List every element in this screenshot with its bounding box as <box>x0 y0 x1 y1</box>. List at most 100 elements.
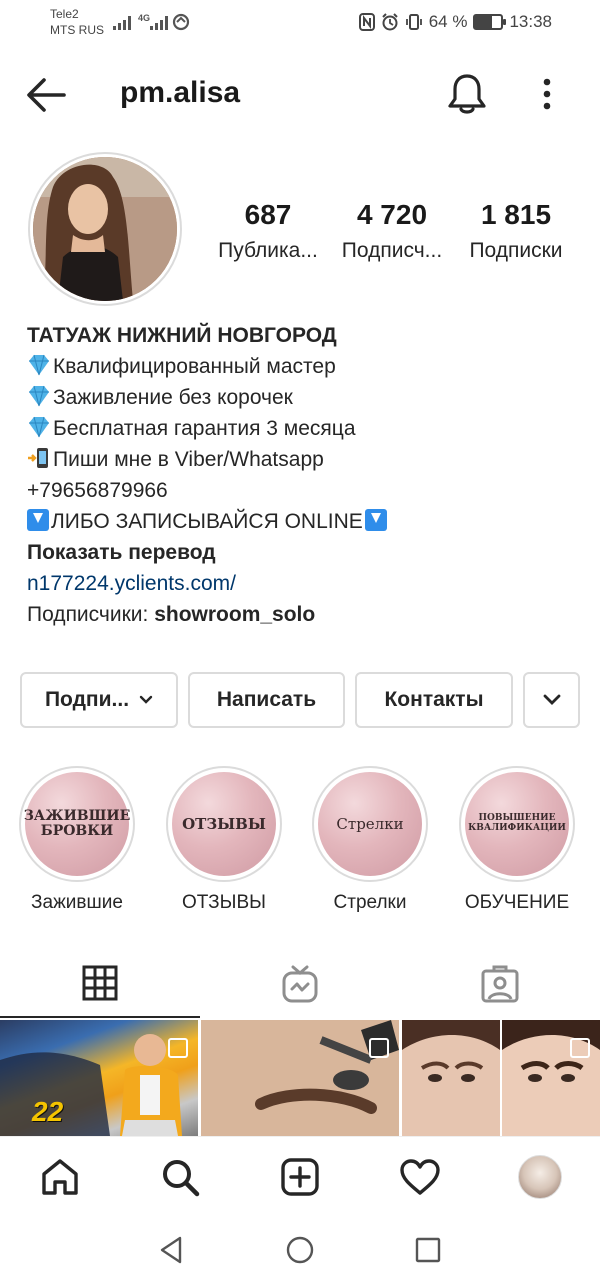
stat-following-count: 1 815 <box>480 199 552 230</box>
followed-by-prefix: Подписчики: <box>27 603 155 626</box>
carrier-info: Tele2 MTS RUS <box>50 6 104 38</box>
following-button-label: Подпи... <box>44 688 130 711</box>
stat-followers[interactable]: 4 720 Подписч... <box>334 198 450 266</box>
tab-posts-grid[interactable] <box>0 950 200 1018</box>
profile-username: pm.alisa <box>120 76 241 109</box>
bio-line-2: Заживление без корочек <box>53 386 293 409</box>
search-icon <box>163 1160 200 1197</box>
profile-avatar-ring[interactable] <box>28 152 182 306</box>
network-type: 4G <box>138 13 151 23</box>
more-options-button[interactable] <box>532 74 562 114</box>
system-recents-icon[interactable] <box>412 1234 444 1266</box>
stat-followers-label: Подписч... <box>341 239 443 262</box>
suggested-accounts-button[interactable] <box>523 672 580 728</box>
profile-avatar-small <box>518 1155 562 1199</box>
down-arrow-icon <box>27 509 49 531</box>
status-right: 64 % 13:38 <box>358 12 552 32</box>
highlight-obuchenie[interactable]: ПОВЫШЕНИЕ КВАЛИФИКАЦИИ ОБУЧЕНИЕ <box>458 766 576 914</box>
highlight-cover: ОТЗЫВЫ <box>172 772 276 876</box>
down-arrow-icon <box>364 509 387 531</box>
profile-bio: ТАТУАЖ НИЖНИЙ НОВГОРОД Квалифицированный… <box>27 320 587 630</box>
nav-activity[interactable] <box>398 1155 442 1199</box>
highlight-ring: ПОВЫШЕНИЕ КВАЛИФИКАЦИИ <box>459 766 575 882</box>
bio-line: Бесплатная гарантия 3 месяца <box>27 413 587 444</box>
followed-by: Подписчики: showroom_solo <box>27 599 587 630</box>
bio-name: ТАТУАЖ НИЖНИЙ НОВГОРОД <box>27 324 337 347</box>
bio-website-link[interactable]: n177224.yclients.com/ <box>27 568 587 599</box>
grid-post[interactable] <box>402 1020 600 1136</box>
igtv-icon <box>282 965 318 1003</box>
highlight-cover: ЗАЖИВШИЕ БРОВКИ <box>24 772 130 876</box>
contacts-button[interactable]: Контакты <box>355 672 513 728</box>
bio-line-3: Бесплатная гарантия 3 месяца <box>53 417 356 440</box>
bio-line-6: ЛИБО ЗАПИСЫВАЙСЯ ONLINE <box>51 510 363 533</box>
gem-icon <box>29 385 49 407</box>
gem-icon <box>29 354 49 376</box>
highlight-label: ОТЗЫВЫ <box>182 892 266 913</box>
chevron-down-icon <box>139 695 153 704</box>
notifications-button[interactable] <box>446 72 488 116</box>
stat-following[interactable]: 1 815 Подписки <box>460 198 572 266</box>
highlight-label: Зажившие <box>31 892 123 913</box>
gem-icon <box>29 416 49 438</box>
highlight-otzyvy[interactable]: ОТЗЫВЫ ОТЗЫВЫ <box>165 766 283 914</box>
message-button-label: Написать <box>216 688 317 711</box>
post-photo <box>201 1020 399 1136</box>
grid-post[interactable] <box>201 1020 399 1136</box>
multiple-photos-icon <box>369 1038 389 1058</box>
grid-post[interactable]: 22 <box>0 1020 198 1136</box>
highlight-zazhivshie[interactable]: ЗАЖИВШИЕ БРОВКИ Зажившие <box>18 766 136 914</box>
tagged-icon <box>481 965 519 1003</box>
car-number: 22 <box>32 1096 64 1127</box>
bottom-navigation <box>0 1136 600 1216</box>
nav-home[interactable] <box>38 1155 82 1199</box>
battery-percent: 64 % <box>428 12 468 31</box>
highlight-label: Стрелки <box>333 892 407 913</box>
profile-tabs <box>0 950 600 1018</box>
nav-create[interactable] <box>278 1155 322 1199</box>
system-home-icon[interactable] <box>284 1234 316 1266</box>
multiple-photos-icon <box>168 1038 188 1058</box>
bio-line: ЛИБО ЗАПИСЫВАЙСЯ ONLINE <box>27 506 587 537</box>
stat-followers-count: 4 720 <box>356 199 428 230</box>
system-back-icon[interactable] <box>156 1234 188 1266</box>
tab-tagged[interactable] <box>400 950 600 1018</box>
nav-search[interactable] <box>158 1155 202 1199</box>
chevron-down-icon <box>543 694 560 705</box>
tab-igtv[interactable] <box>200 950 400 1018</box>
followed-by-user[interactable]: showroom_solo <box>154 603 315 626</box>
bio-line-1: Квалифицированный мастер <box>53 355 336 378</box>
stat-posts-label: Публика... <box>218 239 318 262</box>
show-translation-link[interactable]: Показать перевод <box>27 537 587 568</box>
highlight-label: ОБУЧЕНИЕ <box>464 892 570 913</box>
following-button[interactable]: Подпи... <box>20 672 178 728</box>
stat-posts[interactable]: 687 Публика... <box>212 198 324 266</box>
sync-icon <box>172 13 190 31</box>
add-icon <box>281 1158 319 1196</box>
bio-line-4: Пиши мне в Viber/Whatsapp <box>53 448 324 471</box>
system-navigation <box>0 1216 600 1283</box>
bio-phone[interactable]: +79656879966 <box>27 475 587 506</box>
post-photo <box>402 1020 600 1136</box>
highlight-ring: ОТЗЫВЫ <box>166 766 282 882</box>
back-button[interactable] <box>24 74 68 116</box>
stat-posts-count: 687 <box>244 199 292 230</box>
profile-header: pm.alisa <box>0 60 600 130</box>
more-vertical-icon <box>543 78 551 110</box>
highlight-strelki[interactable]: Стрелки Стрелки <box>311 766 429 914</box>
vibrate-icon <box>405 14 422 30</box>
nav-profile[interactable] <box>518 1155 562 1199</box>
bell-icon <box>448 74 486 114</box>
highlight-ring: ЗАЖИВШИЕ БРОВКИ <box>19 766 135 882</box>
message-button[interactable]: Написать <box>188 672 345 728</box>
profile-avatar <box>33 157 177 301</box>
posts-grid: 22 <box>0 1020 600 1136</box>
bio-line: Квалифицированный мастер <box>27 351 587 382</box>
contacts-button-label: Контакты <box>384 688 484 711</box>
bio-line: Пиши мне в Viber/Whatsapp <box>27 444 587 475</box>
arrow-left-icon <box>27 78 66 112</box>
carrier-1: Tele2 <box>50 7 79 21</box>
phone-arrow-icon <box>28 448 48 468</box>
multiple-photos-icon <box>570 1038 590 1058</box>
status-bar: Tele2 MTS RUS 4G 64 % 13:38 <box>0 0 600 46</box>
